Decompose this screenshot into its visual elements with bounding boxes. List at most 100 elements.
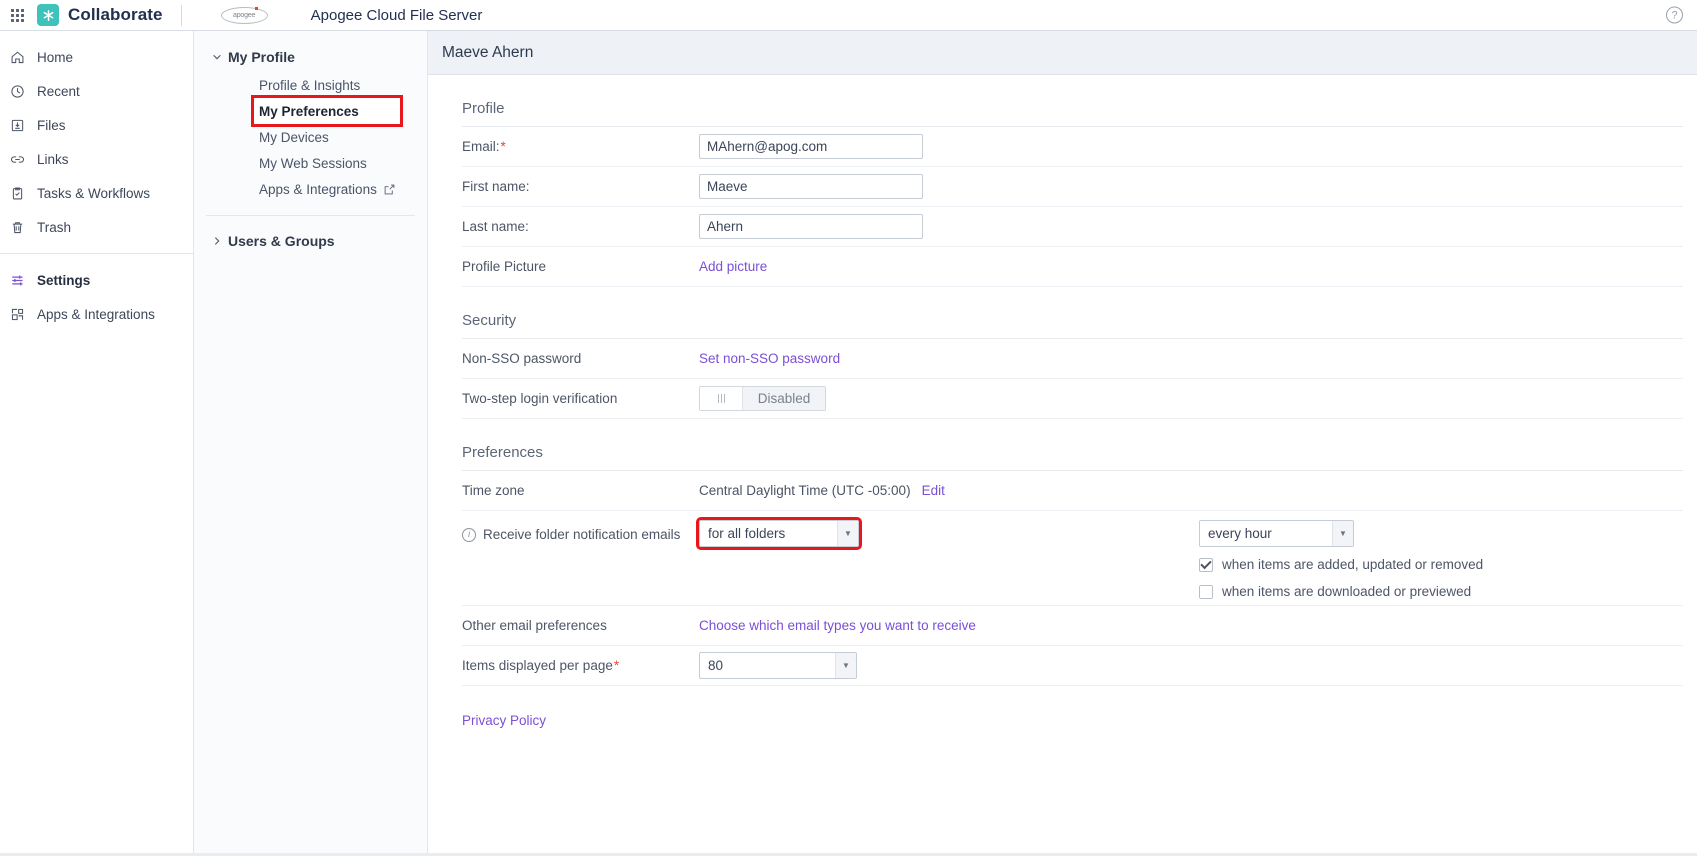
checkbox-items-added[interactable] xyxy=(1199,557,1213,572)
body: Home Recent Files Links Tasks & Workflow… xyxy=(0,31,1697,856)
row-profile-picture: Profile Picture Add picture xyxy=(462,247,1683,287)
two-step-verification-label: Two-step login verification xyxy=(462,391,618,406)
row-last-name: Last name: xyxy=(462,207,1683,247)
time-zone-value: Central Daylight Time (UTC -05:00) xyxy=(699,483,911,498)
chevron-down-icon: ▼ xyxy=(1332,521,1353,546)
items-per-page-select[interactable]: 80 ▼ xyxy=(699,652,857,679)
chevron-down-icon xyxy=(206,51,228,63)
checkbox-items-added-label: when items are added, updated or removed xyxy=(1222,557,1484,572)
sidebar-item-files[interactable]: Files xyxy=(0,108,193,142)
row-two-step-verification: Two-step login verification Disabled xyxy=(462,379,1683,419)
home-icon xyxy=(5,50,29,65)
apogee-logo: apogee xyxy=(220,6,268,24)
sidebar-item-label: Settings xyxy=(37,272,91,288)
app-root: Collaborate apogee Apogee Cloud File Ser… xyxy=(0,0,1697,856)
email-field[interactable] xyxy=(699,134,923,159)
checkbox-items-added-row[interactable]: when items are added, updated or removed xyxy=(1199,551,1683,578)
subnav-group-users-groups[interactable]: Users & Groups xyxy=(206,226,415,256)
files-icon xyxy=(5,118,29,133)
subnav-item-my-web-sessions[interactable]: My Web Sessions xyxy=(206,150,415,176)
subnav-item-label: My Devices xyxy=(259,129,329,145)
items-per-page-label-text: Items displayed per page xyxy=(462,658,613,673)
time-zone-label: Time zone xyxy=(462,483,525,498)
subnav-item-profile-insights[interactable]: Profile & Insights xyxy=(206,72,415,98)
row-non-sso-password: Non-SSO password Set non-SSO password xyxy=(462,339,1683,379)
subnav-item-my-devices[interactable]: My Devices xyxy=(206,124,415,150)
folder-notification-scope-select[interactable]: for all folders ▼ xyxy=(696,517,862,550)
profile-picture-label: Profile Picture xyxy=(462,259,547,274)
last-name-label: Last name: xyxy=(462,219,529,234)
sidebar-item-apps-integrations[interactable]: Apps & Integrations xyxy=(0,297,193,331)
clock-icon xyxy=(5,84,29,99)
secondary-nav: My Profile Profile & Insights My Prefere… xyxy=(194,31,428,856)
folder-notifications-label-text: Receive folder notification emails xyxy=(483,527,681,542)
first-name-field[interactable] xyxy=(699,174,923,199)
row-time-zone: Time zone Central Daylight Time (UTC -05… xyxy=(462,471,1683,511)
apogee-logo-dot xyxy=(254,6,258,10)
collaborate-logo-icon[interactable] xyxy=(37,4,59,26)
content-area: Profile Email:* First name: xyxy=(428,75,1697,856)
email-label: Email: * xyxy=(462,139,699,154)
privacy-policy-row: Privacy Policy xyxy=(462,686,1683,730)
checkbox-items-downloaded-label: when items are downloaded or previewed xyxy=(1222,584,1472,599)
sidebar-item-recent[interactable]: Recent xyxy=(0,74,193,108)
info-icon[interactable]: i xyxy=(462,527,476,542)
row-items-per-page: Items displayed per page * 80 ▼ xyxy=(462,646,1683,686)
main-panel: Maeve Ahern Profile Email: * MAhern@apog… xyxy=(428,31,1697,856)
sidebar-item-label: Home xyxy=(37,49,74,65)
subnav-item-label: Profile & Insights xyxy=(259,77,361,93)
subnav-group-label: My Profile xyxy=(228,49,295,65)
topbar-divider xyxy=(180,4,182,26)
page-header: Maeve Ahern xyxy=(428,31,1697,75)
checkbox-items-downloaded-row[interactable]: when items are downloaded or previewed xyxy=(1199,578,1683,605)
sidebar-item-trash[interactable]: Trash xyxy=(0,210,193,244)
set-non-sso-password-link[interactable]: Set non-SSO password xyxy=(699,351,840,366)
brand-name: Collaborate xyxy=(68,5,163,24)
sidebar-item-label: Recent xyxy=(37,83,80,99)
items-per-page-label: Items displayed per page * xyxy=(462,658,699,673)
section-title-security: Security xyxy=(462,312,517,329)
add-picture-link[interactable]: Add picture xyxy=(699,259,767,274)
subnav-item-label: My Web Sessions xyxy=(259,155,367,171)
sidebar-item-tasks-workflows[interactable]: Tasks & Workflows xyxy=(0,176,193,210)
subnav-item-label: My Preferences xyxy=(259,103,359,119)
folder-notifications-label: i Receive folder notification emails xyxy=(462,520,699,549)
first-name-label: First name: xyxy=(462,179,530,194)
page-title: Maeve Ahern xyxy=(442,43,534,61)
privacy-policy-link[interactable]: Privacy Policy xyxy=(462,713,546,728)
subnav-item-my-preferences[interactable]: My Preferences xyxy=(251,95,403,127)
row-first-name: First name: xyxy=(462,167,1683,207)
sidebar-item-home[interactable]: Home xyxy=(0,40,193,74)
folder-notification-frequency-value: every hour xyxy=(1208,526,1272,541)
other-email-preferences-label: Other email preferences xyxy=(462,618,607,633)
link-icon xyxy=(5,152,29,167)
sidebar-item-settings[interactable]: Settings xyxy=(0,263,193,297)
top-bar: Collaborate apogee Apogee Cloud File Ser… xyxy=(0,0,1697,31)
server-title: Apogee Cloud File Server xyxy=(310,6,483,24)
subnav-item-apps-integrations[interactable]: Apps & Integrations xyxy=(206,176,415,202)
help-circle-icon[interactable]: ? xyxy=(1666,6,1683,24)
section-title-profile: Profile xyxy=(462,100,505,117)
sidebar-divider xyxy=(0,253,193,254)
sidebar-item-label: Trash xyxy=(37,219,72,235)
sidebar-item-label: Tasks & Workflows xyxy=(37,185,151,201)
subnav-group-label: Users & Groups xyxy=(228,233,335,249)
sidebar-item-links[interactable]: Links xyxy=(0,142,193,176)
time-zone-edit-link[interactable]: Edit xyxy=(922,483,945,498)
non-sso-password-label: Non-SSO password xyxy=(462,351,582,366)
choose-email-types-link[interactable]: Choose which email types you want to rec… xyxy=(699,618,976,633)
required-marker: * xyxy=(613,658,620,673)
apps-grid-icon[interactable] xyxy=(6,4,28,26)
subnav-item-label: Apps & Integrations xyxy=(259,181,377,197)
folder-notification-frequency-select[interactable]: every hour ▼ xyxy=(1199,520,1354,547)
two-step-verification-toggle[interactable]: Disabled xyxy=(699,386,826,411)
toggle-handle-icon xyxy=(700,387,743,410)
subnav-divider xyxy=(206,215,415,216)
sidebar: Home Recent Files Links Tasks & Workflow… xyxy=(0,31,194,856)
sidebar-item-label: Apps & Integrations xyxy=(37,306,155,322)
section-title-preferences: Preferences xyxy=(462,444,543,461)
row-other-email-preferences: Other email preferences Choose which ema… xyxy=(462,606,1683,646)
checkbox-items-downloaded[interactable] xyxy=(1199,584,1213,599)
last-name-field[interactable] xyxy=(699,214,923,239)
subnav-group-my-profile[interactable]: My Profile xyxy=(206,42,415,72)
